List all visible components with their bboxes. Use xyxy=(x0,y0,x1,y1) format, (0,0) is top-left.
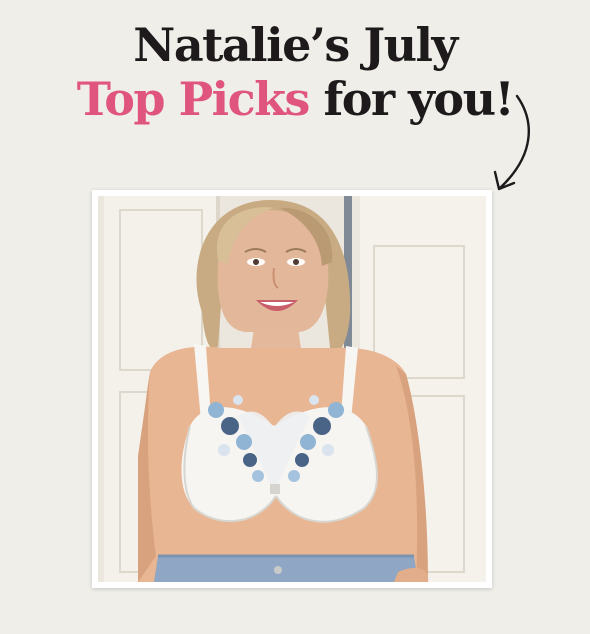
headline-accent-text: Top Picks xyxy=(76,72,311,126)
product-photo[interactable] xyxy=(98,196,486,582)
curved-arrow-down-icon xyxy=(493,94,530,191)
photo-frame xyxy=(92,190,492,588)
headline-rest-text: for you! xyxy=(308,72,514,126)
headline-line-1: Natalie’s July xyxy=(133,18,458,72)
